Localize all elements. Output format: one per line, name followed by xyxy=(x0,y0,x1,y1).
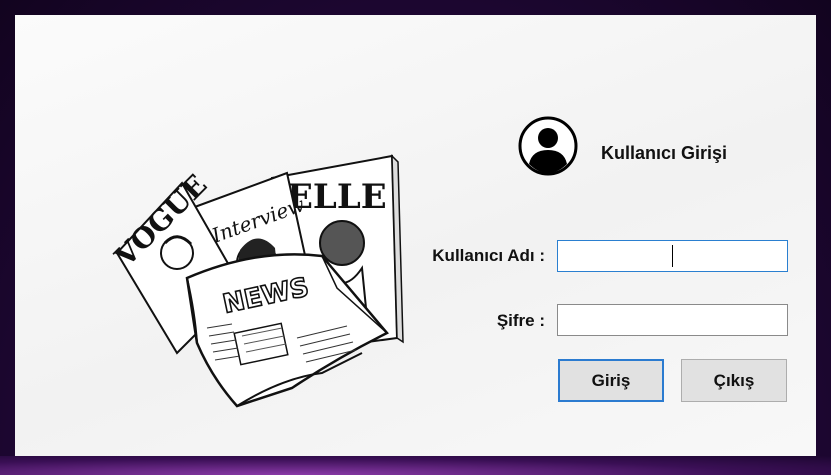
login-window: ELLE Interview VOGUE NEWS Kullanıcı Giri… xyxy=(15,15,816,456)
login-button[interactable]: Giriş xyxy=(558,359,664,402)
text-caret xyxy=(672,245,673,267)
username-label: Kullanıcı Adı : xyxy=(432,246,545,265)
desktop-background xyxy=(0,456,831,475)
password-label: Şifre : xyxy=(496,311,545,330)
login-title: Kullanıcı Girişi xyxy=(601,143,728,163)
password-input[interactable] xyxy=(557,304,788,336)
magazines-newspaper-illustration: ELLE Interview VOGUE NEWS xyxy=(108,154,404,408)
exit-button[interactable]: Çıkış xyxy=(681,359,787,402)
user-avatar-icon xyxy=(518,116,578,176)
